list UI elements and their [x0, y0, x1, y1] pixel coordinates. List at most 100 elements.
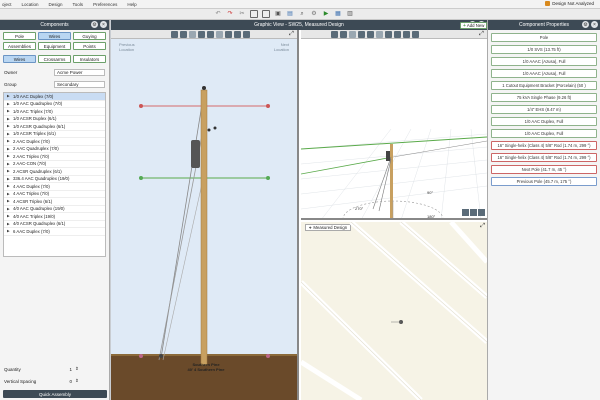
wire-list-item[interactable]: ▶ 2 AAC Quadruplex (7/0)	[4, 146, 105, 153]
wire-list-item[interactable]: ▶ 2 AAC-CON (7/0)	[4, 161, 105, 168]
component-item[interactable]: 1/0 AAAC (Azusa), Full	[491, 57, 597, 66]
wire-list-item[interactable]: ▶ 4 ACSR Triplex (6/1)	[4, 198, 105, 206]
close-icon[interactable]: ×	[591, 21, 598, 28]
wire-list-item[interactable]: ▶ 6 AAC Duplex (7/0)	[4, 228, 105, 236]
component-item[interactable]: 1/0 AAAC (Azusa), Full	[491, 69, 597, 78]
quick-assembly-button[interactable]: Quick Assembly	[3, 390, 107, 398]
subtab-insulators[interactable]: Insulators	[73, 55, 106, 63]
component-item[interactable]: 1 Cutout Equipment Bracket (Porcelain) (…	[491, 81, 597, 90]
wire-list-item[interactable]: ▶ 4 AAC Duplex (7/0)	[4, 183, 105, 191]
wire-list-item[interactable]: ▶ 1/0 ACSR Triplex (6/1)	[4, 131, 105, 138]
component-item[interactable]: Next Pole (41.7 m, 45 °)	[491, 165, 597, 174]
reset-view-icon[interactable]	[470, 209, 477, 216]
copy-icon[interactable]	[250, 10, 258, 18]
wire-list-item[interactable]: ▶ 4/0 AAC Quadruplex (19/0)	[4, 206, 105, 213]
component-item[interactable]: 1/0 AAC Duplex, Full	[491, 117, 597, 126]
component-item[interactable]: 75 kVA Single Phase (9.26 ft)	[491, 93, 597, 102]
wire-list-item[interactable]: ▶ 1/0 AAC Triplex (7/0)	[4, 108, 105, 116]
spacing-input[interactable]: 0	[54, 379, 72, 384]
wire-list-item-label: 4 ACSR Triplex (6/1)	[13, 198, 53, 204]
cut-icon[interactable]: ✂	[238, 10, 246, 18]
wire-attach-point	[266, 176, 270, 180]
export-icon[interactable]: ▤	[286, 10, 294, 18]
view-tool-icon[interactable]	[376, 30, 383, 38]
map-drawing	[301, 222, 487, 400]
quantity-input[interactable]: 1	[54, 367, 72, 372]
menu-project[interactable]: oject	[2, 2, 12, 7]
spacing-stepper-icon[interactable]: ⇕	[75, 378, 79, 384]
wire-list-item-label: 336.4 AAC Quadruplex (19/0)	[13, 176, 70, 182]
wire-list-item[interactable]: ▶ 4/0 AAC Triplex (19/0)	[4, 213, 105, 221]
tab-guying[interactable]: Guying	[73, 32, 106, 40]
expand-icon[interactable]: ⤢	[478, 31, 485, 38]
group-select[interactable]: Secondary	[54, 81, 105, 88]
menu-tools[interactable]: Tools	[73, 2, 84, 7]
side-view-drawing	[139, 86, 270, 366]
subtab-crossarms[interactable]: Crossarms	[38, 55, 71, 63]
component-item[interactable]: 16" Single-helix (Class 4) 5/8" Rod (1.7…	[491, 141, 597, 150]
view-tool-icon[interactable]	[403, 30, 410, 38]
view-tool-icon[interactable]	[367, 30, 374, 38]
view-tool-icon[interactable]	[349, 30, 356, 38]
zoom-icon[interactable]: ⌕	[298, 10, 306, 18]
settings-icon[interactable]: ⚙	[310, 10, 318, 18]
settings-icon[interactable]: ⚙	[91, 21, 98, 28]
side-view-pane[interactable]: ⤢ Previous Location Next Location Southe…	[111, 30, 299, 400]
view-tool-icon[interactable]	[358, 30, 365, 38]
quantity-stepper-icon[interactable]: ⇕	[75, 366, 79, 372]
insulator	[213, 126, 217, 130]
analysis-status: Design Not Analyzed	[545, 1, 594, 6]
redo-icon[interactable]: ↷	[226, 10, 234, 18]
component-item[interactable]: 1/0 AAC Duplex, Full	[491, 129, 597, 138]
plus-icon: +	[463, 22, 466, 29]
3d-view-pane[interactable]: ⤢ 270° 180° 90°	[301, 30, 487, 220]
settings-icon[interactable]: ⚙	[582, 21, 589, 28]
wire-list-item[interactable]: ▶ 4/0 ACSR Quadruplex (6/1)	[4, 221, 105, 228]
wire-list-item[interactable]: ▶ 4 AAC Triplex (7/0)	[4, 191, 105, 198]
tab-assemblies[interactable]: Assemblies	[3, 42, 36, 50]
undo-icon[interactable]: ↶	[214, 10, 222, 18]
view-tool-icon[interactable]	[340, 30, 347, 38]
tab-pole[interactable]: Pole	[3, 32, 36, 40]
wire-list-item[interactable]: ▶ 2 ACSR Quadruplex (6/1)	[4, 168, 105, 176]
component-item[interactable]: 1/0 SVS (13.75 ft)	[491, 45, 597, 54]
run-analysis-icon[interactable]: ▶	[322, 10, 330, 18]
wire-list-item[interactable]: ▶ 1/0 AAC Quadruplex (7/0)	[4, 101, 105, 108]
wire-list-item[interactable]: ▶ 2 AAC Duplex (7/0)	[4, 138, 105, 146]
wire-list-item[interactable]: ▶ 336.4 AAC Quadruplex (19/0)	[4, 176, 105, 183]
view-tool-icon[interactable]	[385, 30, 392, 38]
wire-list-item[interactable]: ▶ 2 AAC Triplex (7/0)	[4, 153, 105, 161]
component-item[interactable]: Pole	[491, 33, 597, 42]
tab-points[interactable]: Points	[73, 42, 106, 50]
wire-list-item[interactable]: ▶ 1/0 ACSR Quadruplex (6/1)	[4, 123, 105, 131]
component-item[interactable]: 16" Single-helix (Class 4) 5/8" Rod (1.7…	[491, 153, 597, 162]
tab-wires[interactable]: Wires	[38, 32, 71, 40]
lock-icon[interactable]: ▣	[274, 10, 282, 18]
menu-location[interactable]: Location	[22, 2, 39, 7]
wire-list-item[interactable]: ▶ 1/0 AAC Duplex (7/0)	[4, 93, 105, 101]
subtab-wires[interactable]: Wires	[3, 55, 36, 63]
component-item[interactable]: Previous Pole (45.7 m, 175 °)	[491, 177, 597, 186]
anchor-point	[159, 354, 163, 358]
map-view-pane[interactable]: ⌖ Measured Design ⤢	[301, 222, 487, 400]
angle-label: 90°	[427, 190, 434, 195]
wire-list-item[interactable]: ▶ 1/0 ACSR Duplex (6/1)	[4, 116, 105, 123]
close-icon[interactable]: ×	[100, 21, 107, 28]
paste-icon[interactable]	[262, 10, 270, 18]
rotate-icon[interactable]	[462, 209, 469, 216]
view-tool-icon[interactable]	[331, 30, 338, 38]
view-tool-icon[interactable]	[394, 30, 401, 38]
owner-select[interactable]: Acme Power	[54, 69, 105, 76]
menu-help[interactable]: Help	[127, 2, 136, 7]
view-tool-icon[interactable]	[412, 30, 419, 38]
transformer	[386, 151, 390, 161]
components-title: Components	[40, 22, 69, 28]
menu-preferences[interactable]: Preferences	[93, 2, 117, 7]
report-icon[interactable]: ▦	[334, 10, 342, 18]
more-icon[interactable]: ▥	[346, 10, 354, 18]
tab-equipment[interactable]: Equipment	[38, 42, 71, 50]
add-new-button[interactable]: + Add New	[460, 22, 488, 29]
component-item[interactable]: 1/4" EHS (8.47 m)	[491, 105, 597, 114]
pan-icon[interactable]	[478, 209, 485, 216]
menu-design[interactable]: Design	[49, 2, 63, 7]
